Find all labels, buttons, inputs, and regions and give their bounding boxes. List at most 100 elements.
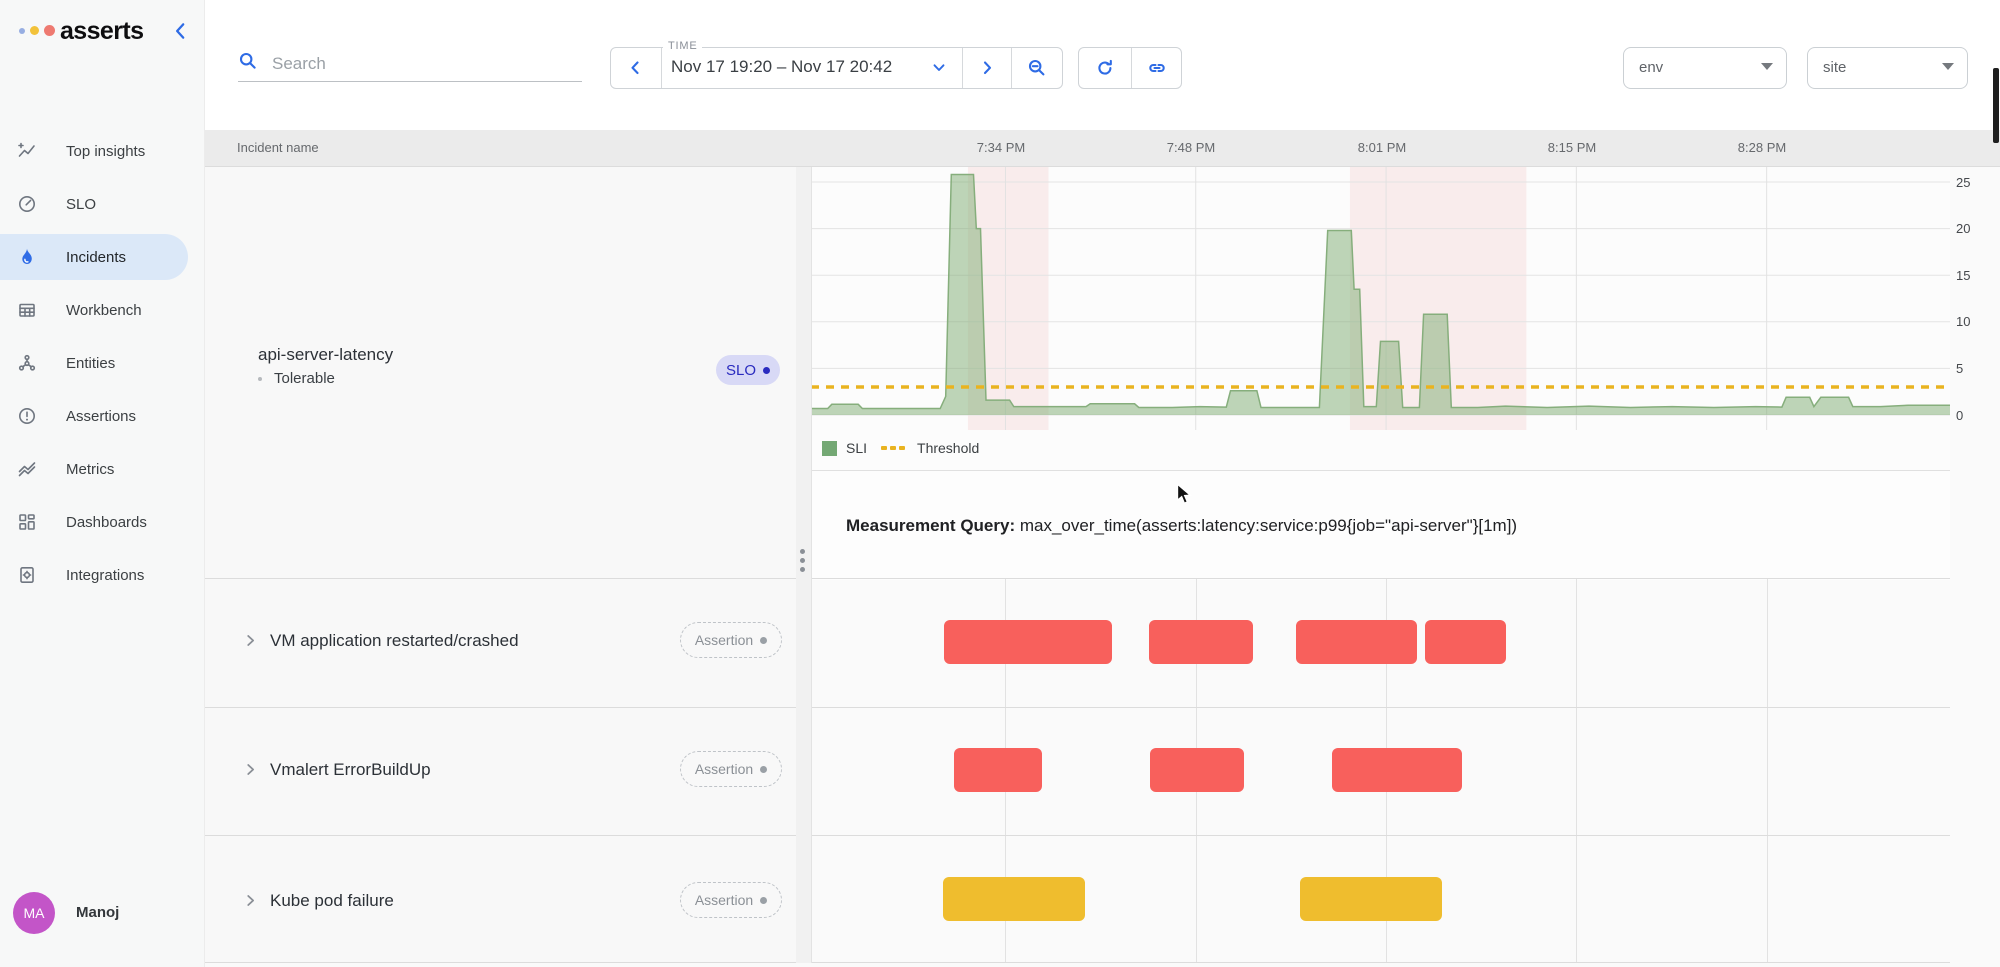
badge-dot	[760, 636, 768, 644]
sidebar-item-metrics[interactable]: Metrics	[0, 446, 205, 492]
slo-badge[interactable]: SLO	[716, 355, 780, 385]
y-axis-label: 10	[1956, 314, 1971, 329]
refresh-button[interactable]	[1079, 48, 1131, 88]
row-divider	[205, 835, 1950, 836]
incident-name-column	[205, 167, 796, 963]
incident-name[interactable]: VM application restarted/crashed	[270, 631, 519, 651]
expand-chevron-icon[interactable]	[243, 633, 258, 648]
logo-dot-red	[44, 25, 55, 36]
time-tick: 7:34 PM	[976, 140, 1026, 155]
avatar[interactable]: MA	[13, 892, 55, 934]
sidebar-item-entities[interactable]: Entities	[0, 340, 205, 386]
bullet-dot	[258, 377, 262, 382]
sidebar-nav: Top insights SLO Incidents Workbench Ent…	[0, 128, 205, 605]
flame-icon	[17, 247, 37, 267]
sidebar-item-integrations[interactable]: Integrations	[0, 552, 205, 598]
sli-chart[interactable]	[811, 167, 1950, 430]
row-divider	[205, 962, 1950, 963]
y-axis-label: 20	[1956, 221, 1971, 236]
assertion-bar[interactable]	[1331, 748, 1463, 792]
assertion-bar[interactable]	[1149, 748, 1245, 792]
user-profile[interactable]: MA Manoj	[0, 890, 205, 938]
sli-legend-swatch[interactable]	[822, 440, 837, 456]
time-back-button[interactable]	[611, 48, 661, 88]
y-axis-label: 25	[1956, 175, 1971, 190]
topbar: TIME Nov 17 19:20 – Nov 17 20:42	[205, 0, 2000, 130]
assertion-bar[interactable]	[1295, 620, 1417, 664]
column-resize-handle[interactable]	[796, 167, 812, 963]
y-axis-label: 0	[1956, 408, 1964, 423]
integration-icon	[17, 565, 37, 585]
page-scrollbar	[1992, 0, 2000, 967]
assertion-badge[interactable]: Assertion	[680, 622, 782, 658]
expand-chevron-icon[interactable]	[243, 893, 258, 908]
incident-grid: api-server-latency Tolerable SLO 0 5 10 …	[205, 167, 2000, 967]
sidebar-item-workbench[interactable]: Workbench	[0, 287, 205, 333]
time-tick: 8:15 PM	[1547, 140, 1597, 155]
time-tick: 8:28 PM	[1737, 140, 1787, 155]
expand-chevron-icon[interactable]	[243, 762, 258, 777]
sidebar-item-top-insights[interactable]: Top insights	[0, 128, 205, 174]
sidebar-collapse-icon[interactable]	[170, 20, 192, 42]
row-divider	[205, 707, 1950, 708]
sidebar-item-label: Top insights	[66, 142, 146, 160]
site-filter-select[interactable]: site	[1807, 47, 1968, 89]
search-input[interactable]	[270, 48, 574, 80]
sidebar-item-label: Entities	[66, 354, 116, 372]
site-filter-value: site	[1823, 59, 1847, 76]
assertion-bar[interactable]	[1424, 620, 1506, 664]
search-icon[interactable]	[238, 51, 258, 71]
graph-nodes-icon	[17, 353, 37, 373]
incident-name[interactable]: Kube pod failure	[270, 891, 394, 911]
v-gridline	[1576, 578, 1578, 963]
assertion-bar[interactable]	[944, 620, 1113, 664]
scrollbar-thumb[interactable]	[1993, 68, 1999, 143]
incident-name[interactable]: api-server-latency	[258, 345, 393, 365]
sidebar-item-incidents[interactable]: Incidents	[0, 234, 188, 280]
v-gridline	[1766, 578, 1768, 963]
incident-name[interactable]: Vmalert ErrorBuildUp	[270, 760, 431, 780]
time-forward-button[interactable]	[962, 48, 1011, 88]
grid-header: Incident name 7:34 PM 7:48 PM 8:01 PM 8:…	[205, 130, 2000, 167]
chart-lines-icon	[17, 459, 37, 479]
search	[238, 48, 588, 84]
separator	[661, 48, 662, 88]
assertion-bar[interactable]	[1148, 620, 1253, 664]
zoom-out-button[interactable]	[1011, 48, 1062, 88]
env-filter-select[interactable]: env	[1623, 47, 1787, 89]
incident-severity: Tolerable	[258, 370, 335, 387]
assertion-badge[interactable]: Assertion	[680, 882, 782, 918]
assertion-badge[interactable]: Assertion	[680, 751, 782, 787]
chevron-down-icon	[1942, 63, 1954, 70]
y-axis-label: 5	[1956, 361, 1964, 376]
user-name: Manoj	[76, 904, 120, 921]
logo-dot-yellow	[30, 26, 39, 35]
sidebar-item-label: Incidents	[66, 248, 127, 266]
sidebar-item-label: Assertions	[66, 407, 137, 425]
alert-badge-icon	[17, 406, 37, 426]
threshold-legend-label[interactable]: Threshold	[917, 440, 979, 456]
sli-legend-label[interactable]: SLI	[846, 440, 867, 456]
chevron-down-icon	[1761, 63, 1773, 70]
sidebar: asserts Top insights SLO Incidents Workb…	[0, 0, 205, 967]
table-grid-icon	[17, 300, 37, 320]
search-underline	[238, 81, 582, 82]
sidebar-item-assertions[interactable]: Assertions	[0, 393, 205, 439]
time-range-value[interactable]: Nov 17 19:20 – Nov 17 20:42	[671, 57, 926, 77]
measurement-query: Measurement Query: max_over_time(asserts…	[846, 516, 1518, 535]
assertion-bar[interactable]	[942, 877, 1085, 921]
time-tools	[1078, 47, 1182, 89]
time-range-picker: TIME Nov 17 19:20 – Nov 17 20:42	[610, 40, 1063, 89]
sidebar-item-slo[interactable]: SLO	[0, 181, 205, 227]
dashboard-icon	[17, 512, 37, 532]
time-dropdown-icon[interactable]	[919, 48, 959, 88]
gauge-icon	[17, 194, 37, 214]
badge-dot	[760, 896, 768, 904]
assertion-bar[interactable]	[1299, 877, 1442, 921]
drag-handle-dots	[800, 545, 805, 576]
logo-dot-blue	[19, 28, 25, 34]
share-link-button[interactable]	[1131, 48, 1183, 88]
assertion-bar[interactable]	[954, 748, 1042, 792]
threshold-legend-swatch[interactable]	[881, 446, 908, 450]
sidebar-item-dashboards[interactable]: Dashboards	[0, 499, 205, 545]
